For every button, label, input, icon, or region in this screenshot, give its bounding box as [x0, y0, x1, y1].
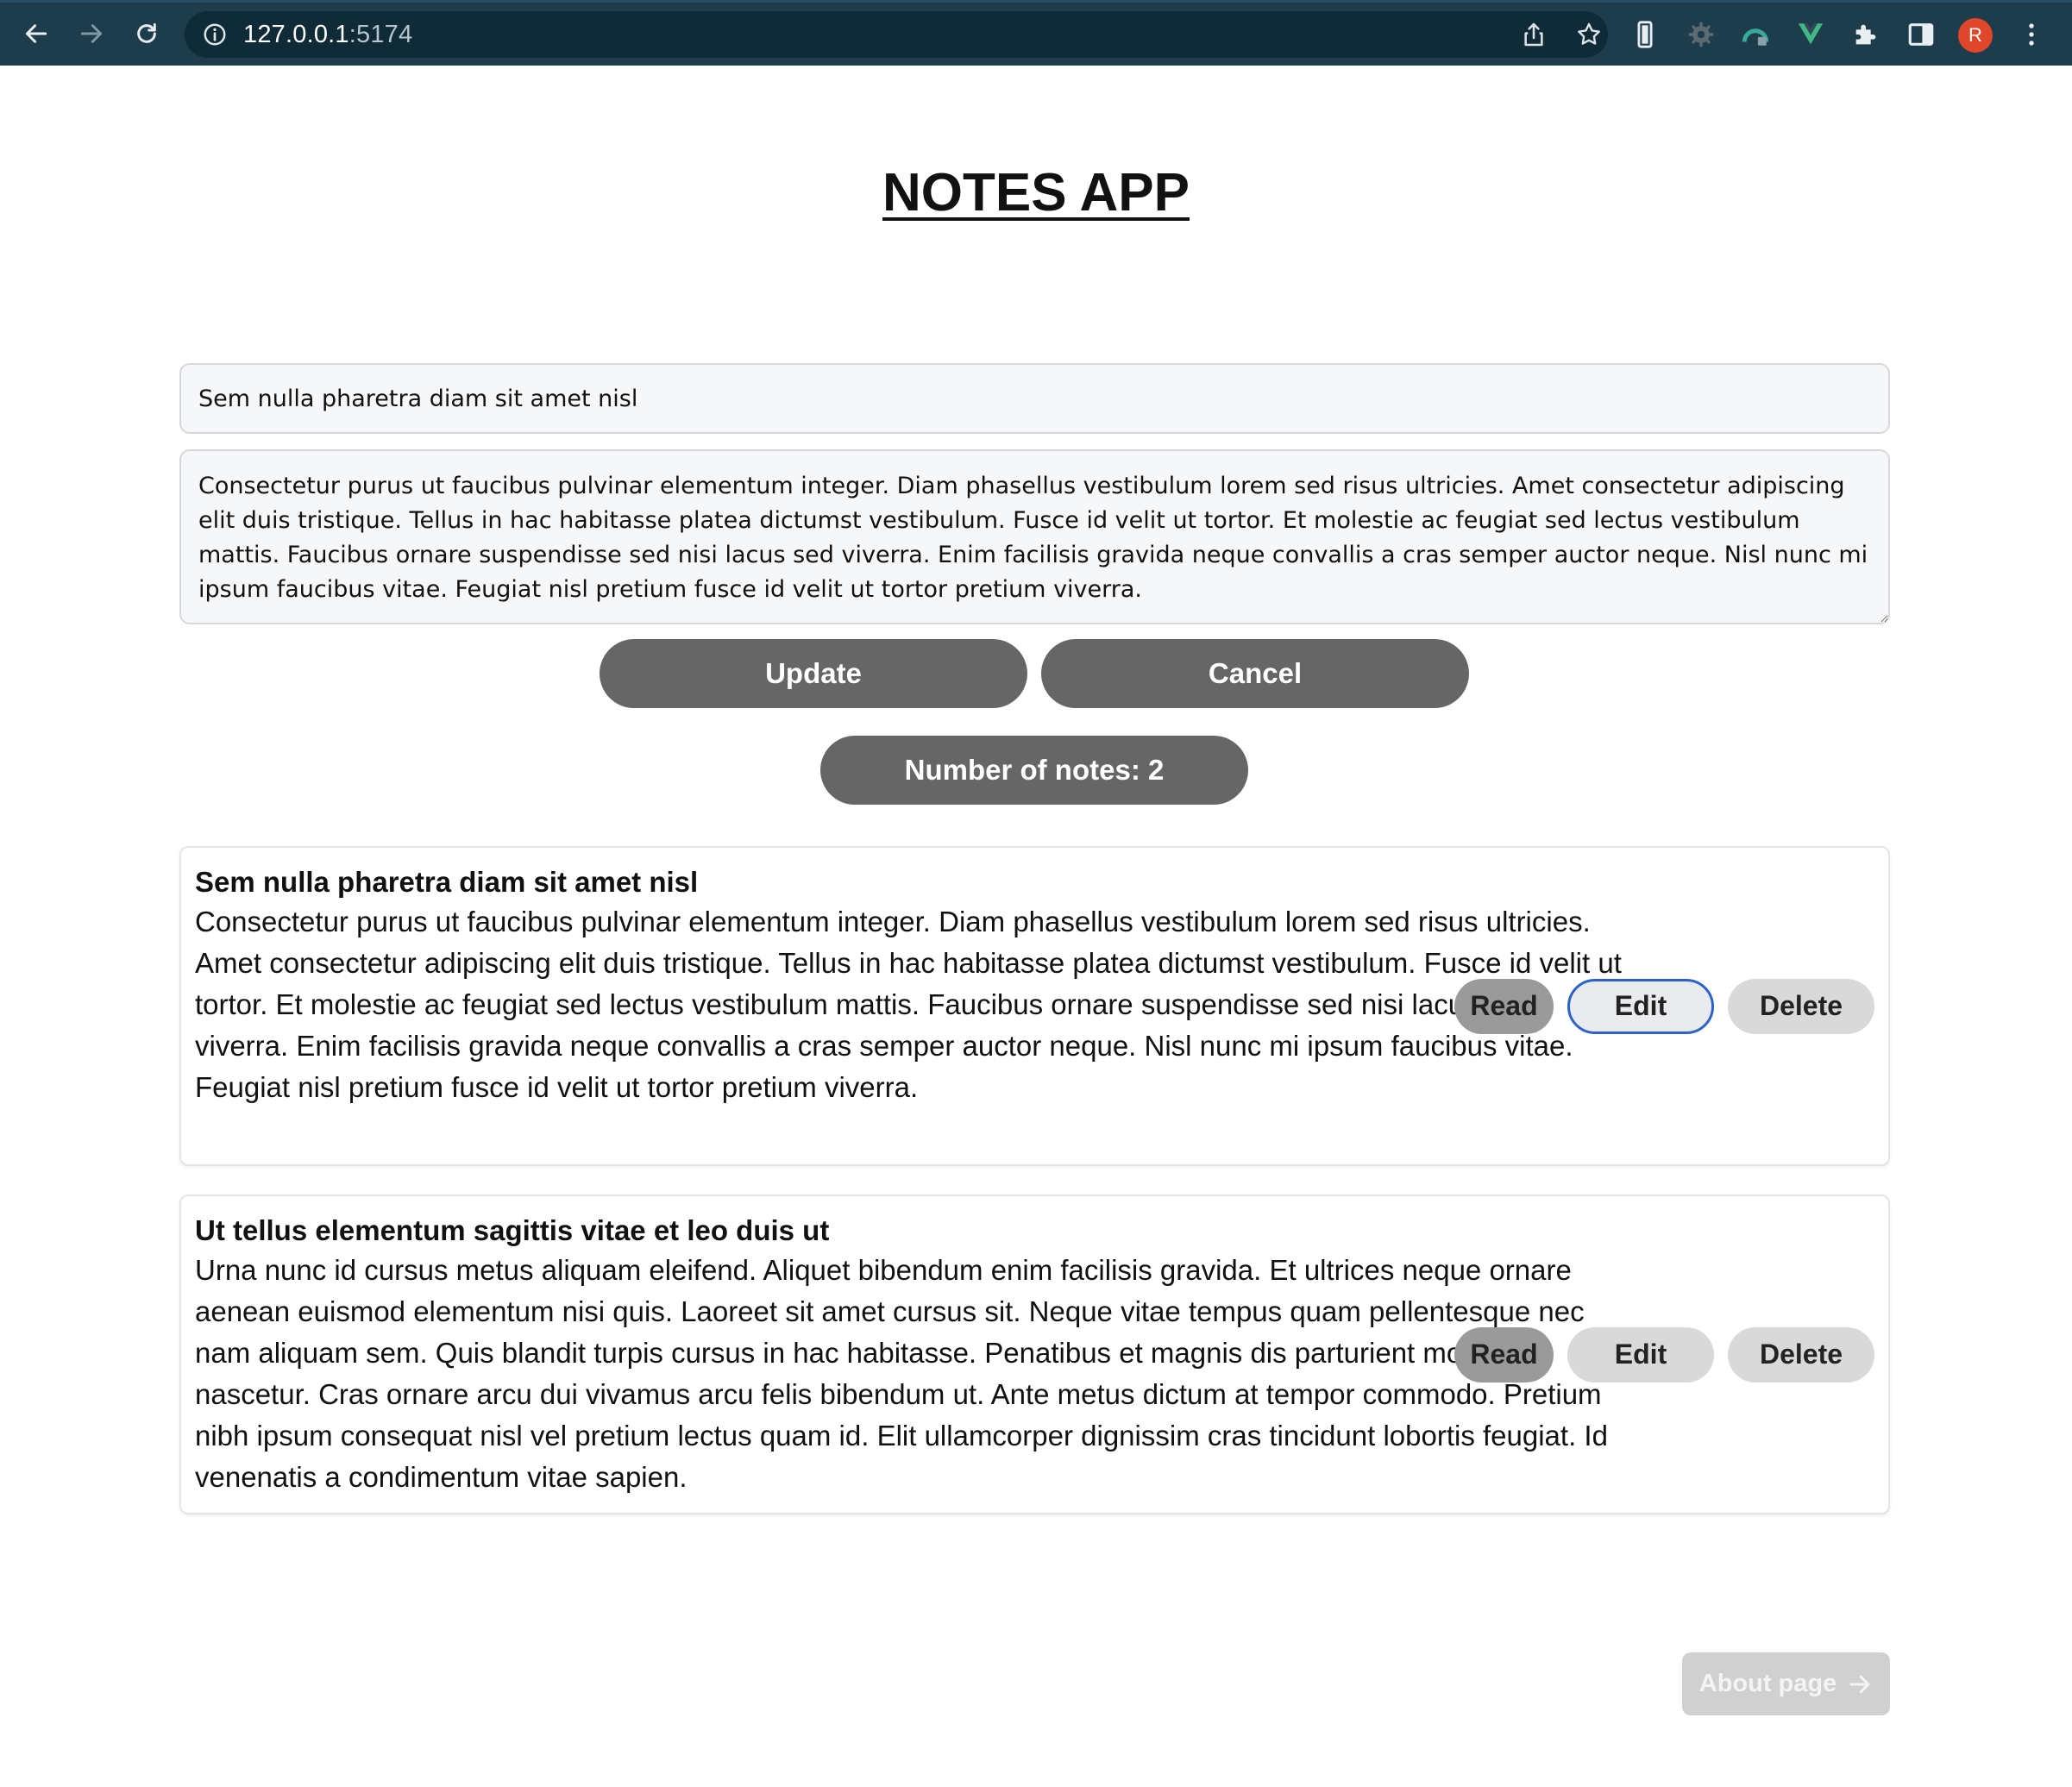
reload-icon[interactable]: [128, 15, 166, 53]
forward-icon[interactable]: [72, 15, 110, 53]
note-title-input[interactable]: [179, 363, 1890, 434]
extension-icon[interactable]: [1741, 20, 1770, 49]
page-title-text: NOTES APP: [882, 163, 1190, 223]
note-title: Ut tellus elementum sagittis vitae et le…: [195, 1214, 830, 1246]
menu-kebab-icon[interactable]: [2017, 20, 2046, 49]
vue-devtools-icon[interactable]: [1796, 20, 1825, 49]
address-bar[interactable]: 127.0.0.1:5174: [185, 11, 1608, 58]
note-body-textarea[interactable]: Consectetur purus ut faucibus pulvinar e…: [179, 449, 1890, 624]
read-button[interactable]: Read: [1454, 978, 1554, 1034]
url-text[interactable]: 127.0.0.1:5174: [243, 21, 412, 49]
info-icon[interactable]: [202, 22, 228, 47]
about-page-label: About page: [1698, 1670, 1837, 1697]
note-body: Urna nunc id cursus metus aliquam eleife…: [195, 1254, 1608, 1493]
note-actions: Read Edit Delete: [1454, 1196, 1874, 1513]
notes-count-badge: Number of notes: 2: [820, 736, 1248, 805]
url-host: 127.0.0.1: [243, 21, 349, 48]
browser-toolbar: 127.0.0.1:5174 R: [0, 0, 2072, 66]
about-page-button[interactable]: About page: [1682, 1652, 1890, 1715]
note-content: Sem nulla pharetra diam sit amet nisl Co…: [195, 863, 1627, 1108]
edit-button[interactable]: Edit: [1567, 978, 1714, 1034]
share-icon[interactable]: [1520, 21, 1548, 48]
note-content: Ut tellus elementum sagittis vitae et le…: [195, 1212, 1627, 1498]
gear-extension-icon[interactable]: [1686, 20, 1716, 49]
update-button[interactable]: Update: [600, 639, 1027, 708]
page-title: NOTES APP: [0, 160, 2072, 226]
side-panel-icon[interactable]: [1906, 20, 1936, 49]
note-title: Sem nulla pharetra diam sit amet nisl: [195, 866, 699, 898]
note-body: Consectetur purus ut faucibus pulvinar e…: [195, 906, 1622, 1103]
edit-button[interactable]: Edit: [1567, 1326, 1714, 1383]
back-icon[interactable]: [17, 15, 55, 53]
phone-icon[interactable]: [1630, 20, 1660, 49]
note-card: Ut tellus elementum sagittis vitae et le…: [179, 1194, 1890, 1514]
puzzle-icon[interactable]: [1851, 20, 1880, 49]
note-card: Sem nulla pharetra diam sit amet nisl Co…: [179, 846, 1890, 1166]
delete-button[interactable]: Delete: [1728, 1326, 1874, 1383]
arrow-right-icon: [1849, 1675, 1870, 1693]
url-port: :5174: [348, 21, 413, 48]
cancel-button[interactable]: Cancel: [1041, 639, 1469, 708]
note-actions: Read Edit Delete: [1454, 848, 1874, 1164]
star-icon[interactable]: [1575, 21, 1603, 48]
delete-button[interactable]: Delete: [1728, 978, 1874, 1034]
read-button[interactable]: Read: [1454, 1326, 1554, 1383]
profile-avatar[interactable]: R: [1958, 18, 1993, 53]
